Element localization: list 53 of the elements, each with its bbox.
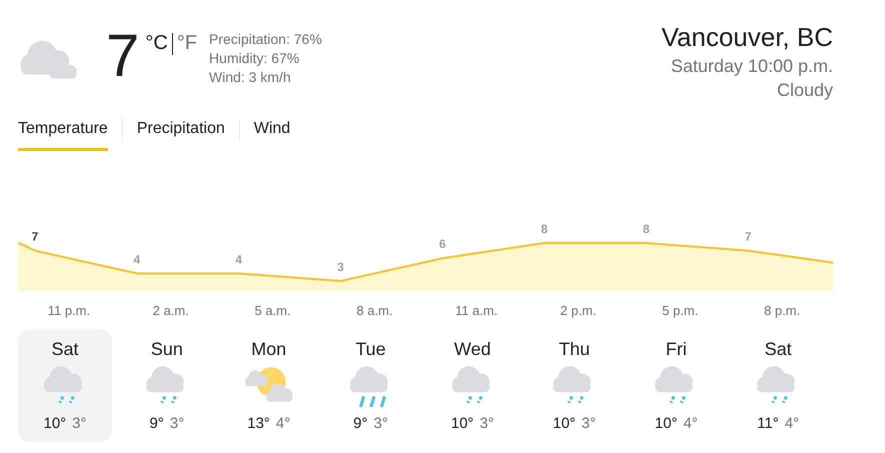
temperature-label: 4 xyxy=(133,252,140,266)
time-label: 2 a.m. xyxy=(152,303,189,318)
unit-toggle[interactable]: °F xyxy=(176,32,198,55)
time-label: 11 p.m. xyxy=(48,303,90,318)
high-temperature: 10° xyxy=(43,415,66,432)
low-temperature: 4° xyxy=(683,415,698,432)
temperature-label: 7 xyxy=(744,230,752,244)
time-label: 8 p.m. xyxy=(764,303,800,318)
high-temperature: 10° xyxy=(450,415,474,432)
day-name: Sat xyxy=(51,338,79,361)
temperature-label: 3 xyxy=(337,260,344,274)
temperature-label: 8 xyxy=(540,222,548,236)
high-temperature: 9° xyxy=(353,415,368,432)
day-name: Sat xyxy=(764,338,792,361)
high-temperature: 9° xyxy=(150,415,164,432)
time-label: 5 p.m. xyxy=(662,303,698,318)
low-temperature: 3° xyxy=(480,415,494,432)
day-name: Thu xyxy=(558,338,590,361)
weather-detail: Humidity: 67% xyxy=(209,49,300,68)
time-label: 5 a.m. xyxy=(254,303,291,318)
condition: Cloudy xyxy=(776,79,833,102)
low-temperature: 3° xyxy=(72,415,87,432)
temperature-label: 6 xyxy=(439,237,446,252)
current-temperature: 7 xyxy=(106,24,140,88)
weather-detail: Wind: 3 km/h xyxy=(209,68,292,87)
day-name: Mon xyxy=(251,338,286,361)
day-forecast[interactable]: Sat 10° 3° xyxy=(18,329,112,442)
low-temperature: 4° xyxy=(784,415,800,432)
time-label: 11 a.m. xyxy=(455,303,498,318)
time-label: 2 p.m. xyxy=(560,303,596,318)
low-temperature: 3° xyxy=(374,415,388,432)
tab[interactable]: Temperature xyxy=(18,112,108,151)
day-name: Sun xyxy=(150,338,183,361)
day-name: Wed xyxy=(454,338,491,361)
high-temperature: 10° xyxy=(552,415,576,432)
temperature-label: 8 xyxy=(642,222,650,236)
time-label: 8 a.m. xyxy=(356,303,393,318)
high-temperature: 10° xyxy=(654,415,678,432)
date-time: Saturday 10:00 p.m. xyxy=(670,55,833,78)
low-temperature: 3° xyxy=(170,415,184,432)
high-temperature: 11° xyxy=(757,415,779,432)
temperature-label: 7 xyxy=(32,230,38,244)
low-temperature: 4° xyxy=(276,415,290,432)
location-name: Vancouver, BC xyxy=(661,21,833,54)
tab[interactable]: Wind xyxy=(254,112,290,151)
temperature-label: 4 xyxy=(235,252,242,266)
weather-detail: Precipitation: 76% xyxy=(209,30,322,49)
day-name: Fri xyxy=(666,338,687,361)
low-temperature: 3° xyxy=(582,415,596,432)
day-name: Tue xyxy=(355,338,386,361)
high-temperature: 13° xyxy=(247,415,270,432)
unit-toggle[interactable]: °C xyxy=(145,32,168,55)
tab[interactable]: Precipitation xyxy=(136,112,225,151)
